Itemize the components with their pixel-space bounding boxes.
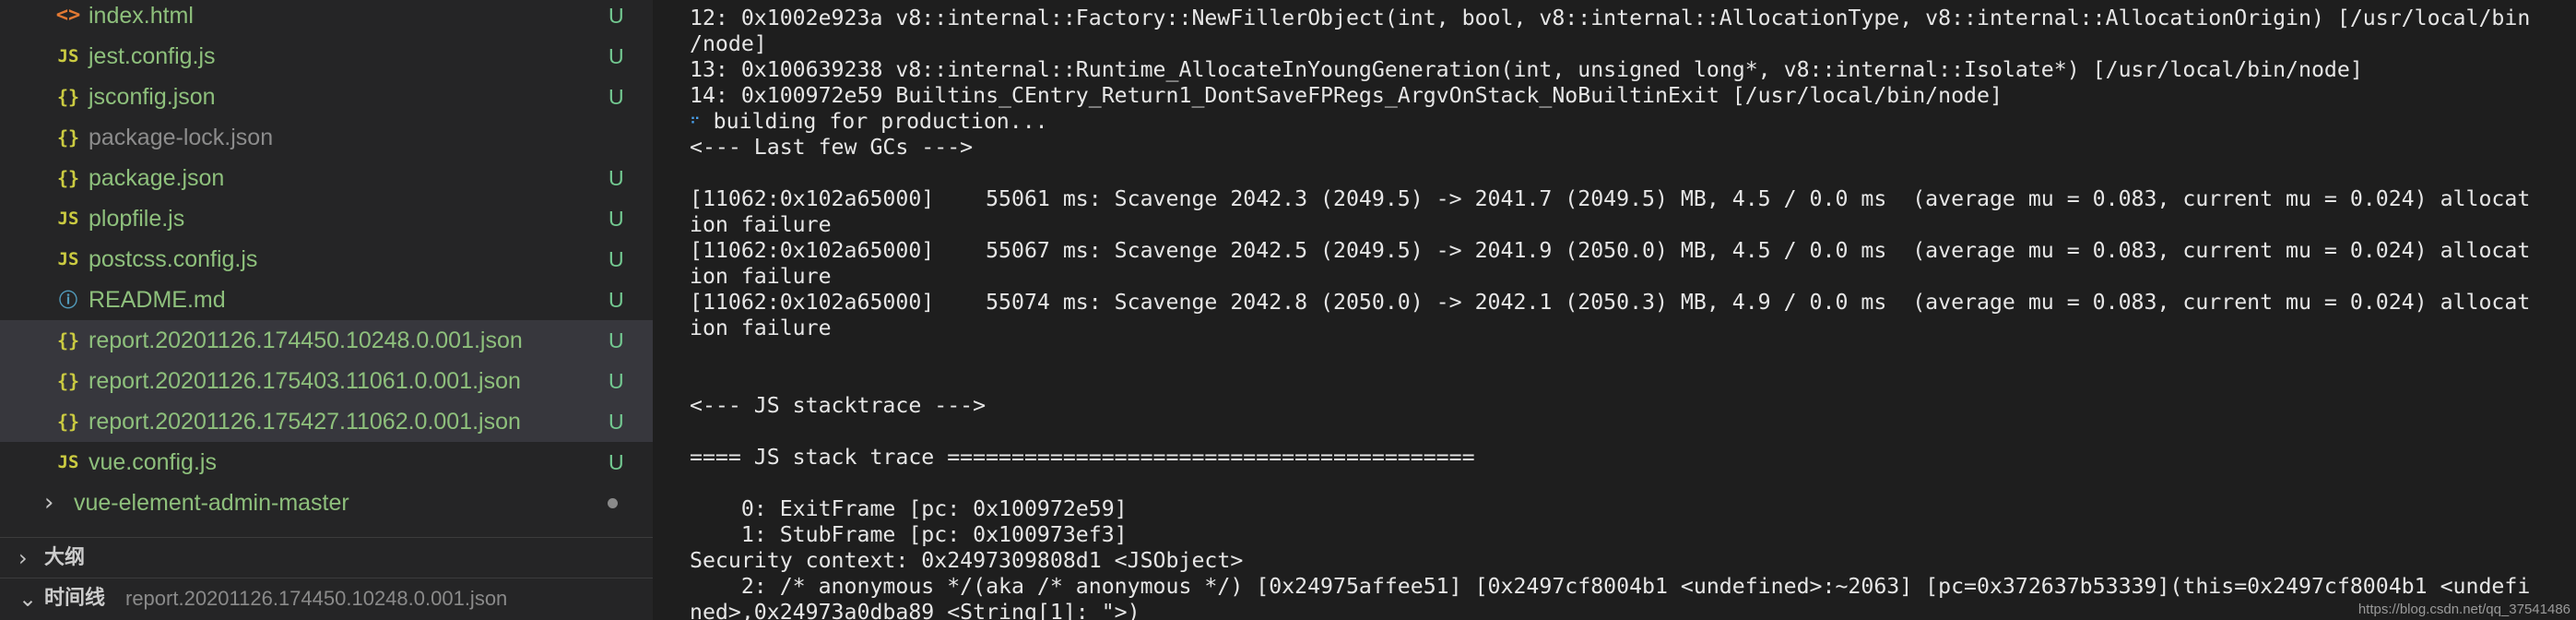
file-name: jsconfig.json — [89, 84, 216, 110]
chevron-right-icon: › — [18, 545, 28, 571]
terminal-line: /node] — [690, 31, 767, 56]
terminal-panel[interactable]: 12: 0x1002e923a v8::internal::Factory::N… — [653, 0, 2576, 620]
spinner-icon: ⠋ — [690, 114, 701, 132]
git-status-badge: U — [609, 247, 624, 271]
git-status-badge: U — [609, 207, 624, 231]
outline-title: 大纲 — [44, 546, 86, 569]
js-icon: JS — [57, 209, 79, 229]
terminal-line: ned>,0x24973a0dba89 <String[1]: ">) — [690, 600, 1140, 620]
file-name: postcss.config.js — [89, 246, 258, 272]
json-icon: {} — [56, 329, 80, 352]
json-icon: {} — [56, 370, 80, 392]
json-icon: {} — [56, 126, 80, 149]
terminal-line: 1: StubFrame [pc: 0x100973ef3] — [690, 522, 1128, 547]
file-name: README.md — [89, 287, 226, 313]
terminal-line: 14: 0x100972e59 Builtins_CEntry_Return1_… — [690, 83, 2003, 108]
chevron-down-icon: ⌄ — [18, 586, 38, 612]
git-status-badge: U — [609, 450, 624, 474]
terminal-line: ==== JS stack trace ====================… — [690, 445, 1475, 470]
git-status-badge: U — [609, 369, 624, 393]
terminal-line: 12: 0x1002e923a v8::internal::Factory::N… — [690, 6, 2531, 30]
file-name: index.html — [89, 3, 194, 29]
file-name: report.20201126.175427.11062.0.001.json — [89, 409, 521, 435]
terminal-line: 0: ExitFrame [pc: 0x100972e59] — [690, 496, 1128, 521]
git-status-badge: U — [609, 4, 624, 28]
git-status-badge: U — [609, 328, 624, 352]
git-status-badge: U — [609, 44, 624, 68]
json-icon: {} — [56, 411, 80, 433]
file-item[interactable]: <> index.html U — [0, 0, 653, 36]
git-status-badge: U — [609, 166, 624, 190]
folder-name: vue-element-admin-master — [74, 490, 349, 516]
chevron-right-icon: › — [44, 489, 54, 517]
file-item[interactable]: {} report.20201126.175427.11062.0.001.jso… — [0, 401, 653, 442]
js-icon: JS — [57, 46, 79, 66]
info-icon: ⓘ — [59, 289, 77, 311]
file-name: vue.config.js — [89, 449, 217, 475]
folder-item[interactable]: › vue-element-admin-master — [0, 483, 653, 523]
git-status-badge: U — [609, 288, 624, 312]
file-item[interactable]: ⓘ README.md U — [0, 280, 653, 320]
file-item[interactable]: JS plopfile.js U — [0, 198, 653, 239]
explorer-sidebar: <> index.html U JS jest.config.js U {} jsconfig… — [0, 0, 653, 620]
js-icon: JS — [57, 452, 79, 472]
file-item[interactable]: JS jest.config.js U — [0, 36, 653, 77]
modified-dot-icon — [608, 498, 618, 508]
file-item[interactable]: JS vue.config.js U — [0, 442, 653, 483]
terminal-line: [11062:0x102a65000] 55074 ms: Scavenge 2… — [690, 290, 2531, 315]
terminal-line: 2: /* anonymous */(aka /* anonymous */) … — [690, 574, 2531, 599]
file-item[interactable]: {} report.20201126.175403.11061.0.001.jso… — [0, 361, 653, 401]
terminal-line: ⠋ building for production... — [690, 109, 1048, 135]
file-item[interactable]: JS postcss.config.js U — [0, 239, 653, 280]
terminal-line: [11062:0x102a65000] 55067 ms: Scavenge 2… — [690, 238, 2531, 263]
file-name: package-lock.json — [89, 125, 274, 150]
outline-section-header[interactable]: › 大纲 — [0, 537, 653, 578]
git-status-badge: U — [609, 85, 624, 109]
file-name: plopfile.js — [89, 206, 185, 232]
json-icon: {} — [56, 86, 80, 108]
js-icon: JS — [57, 249, 79, 269]
terminal-line: <--- JS stacktrace ---> — [690, 393, 987, 418]
json-icon: {} — [56, 167, 80, 189]
file-item[interactable]: {} package-lock.json — [0, 117, 653, 158]
terminal-line: <--- Last few GCs ---> — [690, 135, 974, 160]
file-name: jest.config.js — [89, 43, 216, 69]
timeline-section-header[interactable]: ⌄ 时间线 report.20201126.174450.10248.0.001.j… — [0, 578, 653, 618]
terminal-line: ion failure — [690, 212, 832, 237]
terminal-line: Security context: 0x2497309808d1 <JSObje… — [690, 548, 1244, 573]
terminal-line: ion failure — [690, 264, 832, 289]
terminal-line-text: building for production... — [700, 109, 1048, 134]
file-name: report.20201126.175403.11061.0.001.json — [89, 368, 521, 394]
timeline-file: report.20201126.174450.10248.0.001.json — [125, 587, 508, 610]
terminal-line: 13: 0x100639238 v8::internal::Runtime_Al… — [690, 57, 2363, 82]
file-name: report.20201126.174450.10248.0.001.json — [89, 328, 523, 353]
terminal-line: ion failure — [690, 316, 832, 340]
watermark: https://blog.csdn.net/qq_37541486 — [2357, 602, 2570, 617]
timeline-title: 时间线 — [44, 587, 106, 610]
file-item[interactable]: {} report.20201126.174450.10248.0.001.jso… — [0, 320, 653, 361]
git-status-badge: U — [609, 410, 624, 434]
file-item[interactable]: {} jsconfig.json U — [0, 77, 653, 117]
terminal-line: [11062:0x102a65000] 55061 ms: Scavenge 2… — [690, 186, 2531, 211]
file-item[interactable]: {} package.json U — [0, 158, 653, 198]
file-name: package.json — [89, 165, 225, 191]
html-icon: <> — [55, 4, 81, 27]
